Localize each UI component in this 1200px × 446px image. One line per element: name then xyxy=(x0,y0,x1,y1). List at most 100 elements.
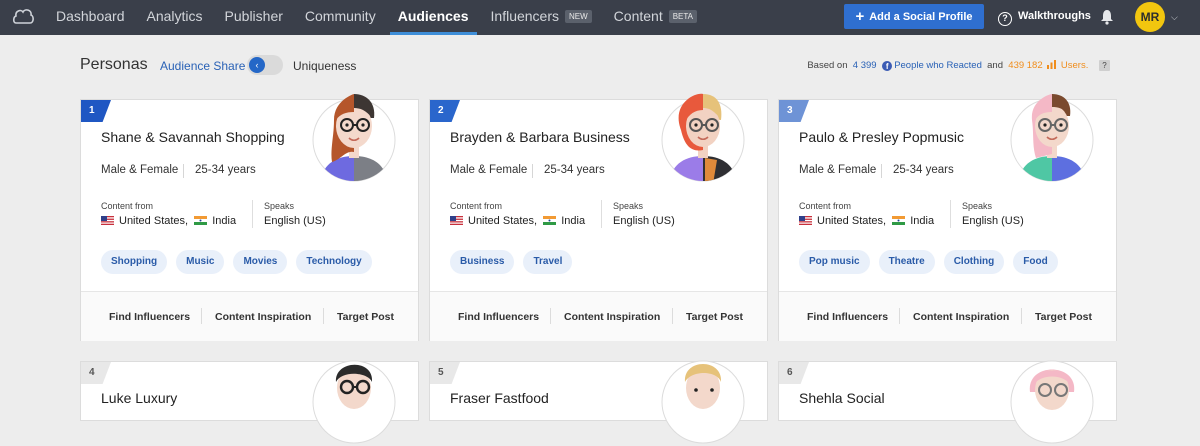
india-flag-icon xyxy=(194,216,208,225)
user-avatar[interactable]: MR xyxy=(1135,2,1165,32)
persona-name: Brayden & Barbara Business xyxy=(450,129,630,145)
interest-tags: Pop music Theatre Clothing Food xyxy=(799,250,1067,274)
persona-language: English (US) xyxy=(264,215,326,227)
interest-tags: Shopping Music Movies Technology xyxy=(101,250,381,274)
persona-name: Shehla Social xyxy=(799,390,885,406)
persona-avatar-illustration xyxy=(1010,360,1094,444)
interest-tag[interactable]: Food xyxy=(1013,250,1058,274)
persona-card[interactable]: 2 Brayden & Barbara Business Male & Fema… xyxy=(429,93,768,341)
interest-tag[interactable]: Pop music xyxy=(799,250,870,274)
speaks-label: Speaks xyxy=(613,201,644,211)
nav-influencers[interactable]: Influencers NEW xyxy=(483,0,600,35)
persona-language: English (US) xyxy=(962,215,1024,227)
nav-content[interactable]: Content BETA xyxy=(606,0,705,35)
content-inspiration-link[interactable]: Content Inspiration xyxy=(564,311,660,323)
speaks-label: Speaks xyxy=(962,201,993,211)
speaks-label: Speaks xyxy=(264,201,295,211)
nav-analytics[interactable]: Analytics xyxy=(139,0,211,35)
persona-language: English (US) xyxy=(613,215,675,227)
chevron-left-icon: ‹ xyxy=(249,57,265,73)
card-actions: Find Influencers Content Inspiration Tar… xyxy=(779,291,1116,341)
india-flag-icon xyxy=(543,216,557,225)
find-influencers-link[interactable]: Find Influencers xyxy=(458,311,539,323)
divider xyxy=(601,200,602,228)
us-flag-icon xyxy=(450,216,463,225)
walkthroughs-button[interactable]: ? Walkthroughs xyxy=(998,0,1091,35)
rank-badge: 5 xyxy=(430,362,460,384)
app-logo-icon[interactable] xyxy=(12,7,34,27)
persona-card[interactable]: 1 Shane & Savannah Shopping Male & Femal… xyxy=(80,94,419,341)
chevron-down-icon[interactable]: ⌵ xyxy=(1171,12,1178,23)
content-from-label: Content from xyxy=(799,201,852,211)
interest-tag[interactable]: Clothing xyxy=(943,250,1005,274)
persona-card[interactable]: 3 Paulo & Presley Popmusic Male & Female… xyxy=(778,94,1117,341)
rank-badge: 2 xyxy=(430,100,460,122)
divider xyxy=(201,308,202,324)
users-count: 439 182 xyxy=(1008,60,1043,71)
content-from-label: Content from xyxy=(101,201,154,211)
interest-tag[interactable]: Technology xyxy=(296,250,372,274)
card-actions: Find Influencers Content Inspiration Tar… xyxy=(430,291,767,341)
persona-name: Paulo & Presley Popmusic xyxy=(799,129,964,145)
divider xyxy=(881,164,882,178)
persona-card[interactable]: 6 Shehla Social xyxy=(778,360,1117,444)
divider xyxy=(532,164,533,178)
audience-share-link[interactable]: Audience Share xyxy=(160,59,245,73)
india-flag-icon xyxy=(892,216,906,225)
target-post-link[interactable]: Target Post xyxy=(686,311,743,323)
persona-age: 25-34 years xyxy=(544,164,605,176)
interest-tag[interactable]: Music xyxy=(176,250,225,274)
page-title: Personas xyxy=(80,56,148,73)
interest-tag[interactable]: Theatre xyxy=(878,250,935,274)
facebook-icon: f xyxy=(882,61,893,71)
add-social-profile-button[interactable]: + Add a Social Profile xyxy=(844,4,984,29)
bell-icon[interactable] xyxy=(1100,9,1114,25)
content-from-countries: United States, India xyxy=(450,215,585,227)
rank-badge: 6 xyxy=(779,362,809,384)
persona-name: Luke Luxury xyxy=(101,390,178,406)
persona-age: 25-34 years xyxy=(195,164,256,176)
persona-avatar-illustration xyxy=(661,93,745,182)
find-influencers-link[interactable]: Find Influencers xyxy=(807,311,888,323)
nav-community[interactable]: Community xyxy=(297,0,384,35)
divider xyxy=(950,200,951,228)
interest-tag[interactable]: Business xyxy=(450,250,515,274)
audience-uniqueness-toggle[interactable]: ‹ xyxy=(247,55,283,75)
nav-publisher[interactable]: Publisher xyxy=(217,0,291,35)
divider xyxy=(1021,308,1022,324)
divider xyxy=(899,308,900,324)
persona-card[interactable]: 5 Fraser Fastfood xyxy=(429,360,768,444)
divider xyxy=(323,308,324,324)
interest-tag[interactable]: Movies xyxy=(233,250,288,274)
persona-card[interactable]: 4 Luke Luxury xyxy=(80,360,419,444)
uniqueness-label: Uniqueness xyxy=(293,59,357,73)
content-inspiration-link[interactable]: Content Inspiration xyxy=(215,311,311,323)
personas-header: Personas Audience Share ‹ Uniqueness Bas… xyxy=(80,52,1120,80)
nav-audiences[interactable]: Audiences xyxy=(389,0,477,35)
target-post-link[interactable]: Target Post xyxy=(337,311,394,323)
help-icon[interactable]: ? xyxy=(1099,60,1110,71)
rank-badge: 4 xyxy=(81,362,111,384)
content-inspiration-link[interactable]: Content Inspiration xyxy=(913,311,1009,323)
persona-avatar-illustration xyxy=(661,360,745,444)
target-post-link[interactable]: Target Post xyxy=(1035,311,1092,323)
persona-gender: Male & Female xyxy=(101,164,179,176)
top-nav-bar: Dashboard Analytics Publisher Community … xyxy=(0,0,1200,35)
persona-avatar-illustration xyxy=(312,360,396,444)
rank-badge: 1 xyxy=(81,100,111,122)
content-from-label: Content from xyxy=(450,201,503,211)
persona-name: Shane & Savannah Shopping xyxy=(101,129,285,145)
find-influencers-link[interactable]: Find Influencers xyxy=(109,311,190,323)
us-flag-icon xyxy=(101,216,114,225)
interest-tag[interactable]: Travel xyxy=(523,250,573,274)
divider xyxy=(672,308,673,324)
card-actions: Find Influencers Content Inspiration Tar… xyxy=(81,291,418,341)
persona-avatar-illustration xyxy=(1010,94,1094,182)
nav-dashboard[interactable]: Dashboard xyxy=(48,0,133,35)
persona-avatar-illustration xyxy=(312,94,396,182)
divider xyxy=(550,308,551,324)
beta-badge: BETA xyxy=(668,10,698,23)
content-from-countries: United States, India xyxy=(101,215,236,227)
new-badge: NEW xyxy=(565,10,592,23)
interest-tag[interactable]: Shopping xyxy=(101,250,168,274)
